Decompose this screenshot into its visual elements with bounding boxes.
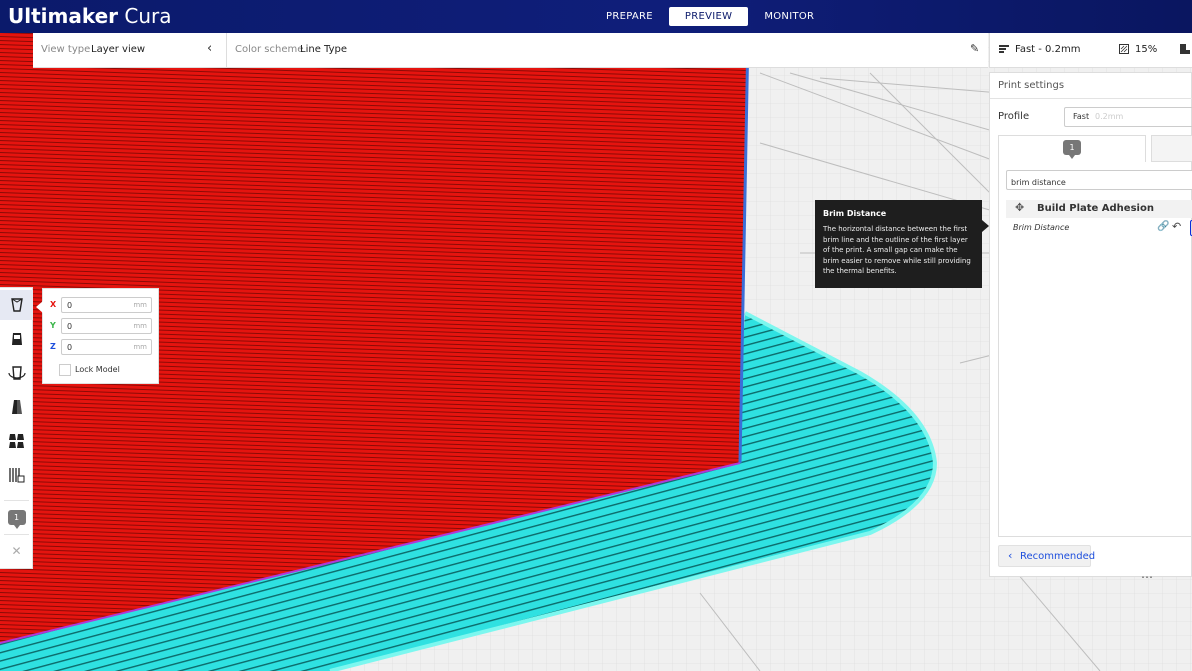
move-tool-icon (10, 298, 23, 312)
toolbar-divider (4, 500, 29, 501)
view-bar-divider (226, 33, 227, 67)
view-options-bar: View type Layer view ‹ Color scheme Line… (33, 33, 988, 68)
mirror-tool-icon (11, 400, 22, 414)
stage-nav: PREPARE PREVIEW MONITOR (590, 7, 830, 26)
y-value: 0 (67, 322, 73, 331)
chevron-left-icon: ‹ (1008, 549, 1013, 562)
profile-label: Profile (998, 111, 1030, 122)
tab-monitor[interactable]: MONITOR (748, 7, 830, 26)
setting-tooltip: Brim Distance The horizontal distance be… (815, 200, 989, 288)
scale-tool-icon (11, 333, 22, 345)
y-input[interactable]: 0 mm (61, 318, 152, 334)
lock-model-label: Lock Model (75, 365, 120, 374)
tooltip-body: The horizontal distance between the firs… (823, 225, 971, 275)
x-value: 0 (67, 301, 73, 310)
brand-light: Cura (124, 4, 172, 28)
infill-icon (1119, 44, 1129, 54)
x-axis-label: X (50, 300, 57, 309)
profile-value: Fast (1073, 112, 1090, 121)
scale-tool[interactable] (0, 324, 33, 354)
tooltip-title: Brim Distance (823, 209, 887, 218)
tab-preview[interactable]: PREVIEW (668, 7, 749, 26)
app-header: Ultimaker Cura PREPARE PREVIEW MONITOR (0, 0, 1192, 33)
support-blocker-icon (8, 468, 24, 483)
recommended-label: Recommended (1020, 551, 1096, 562)
close-icon: ✕ (11, 544, 22, 558)
profile-subvalue: 0.2mm (1095, 112, 1124, 121)
mirror-tool[interactable] (0, 392, 33, 422)
setting-label: Brim Distance (1013, 223, 1070, 232)
panel-title: Print settings (998, 80, 1065, 91)
lock-model-checkbox[interactable] (59, 364, 71, 376)
z-input[interactable]: 0 mm (61, 339, 152, 355)
print-summary-bar[interactable]: Fast - 0.2mm 15% (989, 33, 1192, 68)
profile-summary: Fast - 0.2mm (1015, 44, 1081, 55)
brand-bold: Ultimaker (8, 4, 119, 28)
per-model-settings-tool[interactable] (0, 426, 33, 456)
category-label: Build Plate Adhesion (1037, 203, 1154, 214)
settings-search-input[interactable] (1006, 170, 1192, 190)
support-blocker-tool[interactable] (0, 460, 33, 490)
profile-icon (999, 45, 1009, 53)
color-scheme-value[interactable]: Line Type (300, 44, 347, 55)
tab-prepare[interactable]: PREPARE (590, 7, 669, 26)
chevron-left-icon[interactable]: ‹ (207, 41, 212, 56)
support-toggle[interactable]: 1 (0, 502, 33, 532)
x-input[interactable]: 0 mm (61, 297, 152, 313)
delete-model[interactable]: ✕ (0, 536, 33, 566)
infill-summary: 15% (1135, 44, 1158, 55)
recommended-button[interactable]: ‹ Recommended (998, 545, 1095, 567)
y-unit: mm (133, 322, 147, 330)
panel-divider (990, 98, 1192, 99)
rotate-tool-icon (7, 366, 26, 380)
tab-extruder-1[interactable]: 1 (998, 135, 1146, 162)
y-axis-row: Y 0 mm (49, 318, 153, 334)
x-axis-row: X 0 mm (49, 297, 153, 313)
rotate-tool[interactable] (0, 358, 33, 388)
model-toolbar: 1 ✕ (0, 287, 33, 569)
z-unit: mm (133, 343, 147, 351)
toolbar-divider (4, 534, 29, 535)
settings-list (998, 162, 1192, 537)
link-icon[interactable]: 🔗 (1157, 221, 1169, 232)
view-type-label: View type (41, 44, 91, 55)
support-summary-icon (1180, 44, 1190, 54)
support-badge-icon: 1 (7, 509, 26, 529)
move-tool-panel: X 0 mm Y 0 mm Z 0 mm Lock Model (36, 288, 159, 384)
adhesion-icon: ✥ (1015, 201, 1025, 214)
z-axis-row: Z 0 mm (49, 339, 153, 355)
resize-handle-icon[interactable]: ⋯ (1141, 570, 1154, 584)
app-logo: Ultimaker Cura (8, 4, 172, 28)
color-scheme-label: Color scheme (235, 44, 304, 55)
reset-icon[interactable]: ↶ (1172, 220, 1181, 233)
y-axis-label: Y (50, 321, 56, 330)
extruder-icon: 1 (1063, 140, 1081, 159)
z-value: 0 (67, 343, 73, 352)
move-tool[interactable] (0, 290, 33, 320)
print-settings-panel: Print settings Profile Fast 0.2mm 1 ✥ Bu… (989, 72, 1192, 577)
setting-brim-distance[interactable]: Brim Distance 🔗 ↶ (1006, 220, 1192, 237)
profile-dropdown[interactable]: Fast 0.2mm (1064, 107, 1192, 127)
x-unit: mm (133, 301, 147, 309)
pencil-icon[interactable]: ✎ (970, 42, 979, 55)
per-model-settings-icon (8, 434, 24, 448)
tab-extruder-2[interactable] (1151, 135, 1192, 162)
category-build-plate-adhesion[interactable]: ✥ Build Plate Adhesion (1006, 200, 1192, 218)
view-type-value[interactable]: Layer view (91, 44, 145, 55)
z-axis-label: Z (50, 342, 56, 351)
